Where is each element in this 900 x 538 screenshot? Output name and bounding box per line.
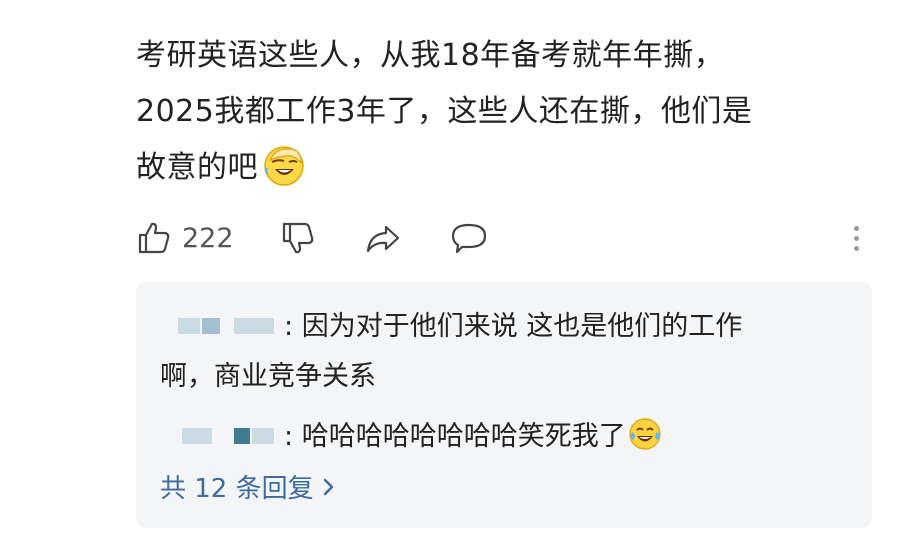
- reply-text-line-2: 啊，商业竞争关系: [160, 361, 376, 392]
- reply-item[interactable]: : 因为对于他们来说 这也是他们的工作 啊，商业竞争关系: [160, 302, 850, 402]
- reply-text-line-1: 因为对于他们来说 这也是他们的工作: [293, 311, 743, 342]
- reply-button[interactable]: [450, 220, 488, 256]
- redaction-block: [234, 428, 250, 444]
- replies-panel: : 因为对于他们来说 这也是他们的工作 啊，商业竞争关系 : 哈哈哈哈哈哈哈哈笑…: [136, 282, 872, 528]
- dislike-button[interactable]: [280, 220, 316, 256]
- more-dot: [853, 245, 859, 251]
- more-dot: [853, 225, 859, 231]
- comment-card: 考研英语这些人，从我18年备考就年年撕， 2025我都工作3年了，这些人还在撕，…: [0, 0, 900, 538]
- reply-username-redacted: [160, 424, 284, 448]
- reply-separator: :: [284, 421, 294, 452]
- redaction-block: [234, 318, 274, 334]
- reply-item[interactable]: : 哈哈哈哈哈哈哈哈笑死我了: [160, 412, 850, 462]
- thumbs-down-icon: [282, 222, 313, 254]
- comment-actions: 222: [136, 216, 866, 260]
- chevron-right-icon: [323, 478, 333, 495]
- redaction-block: [178, 318, 200, 334]
- view-all-replies-link[interactable]: 共 12 条回复: [160, 468, 336, 505]
- share-button[interactable]: [364, 220, 402, 256]
- comment-text: 考研英语这些人，从我18年备考就年年撕， 2025我都工作3年了，这些人还在撕，…: [136, 28, 856, 196]
- reply-username-redacted: [160, 314, 284, 338]
- redaction-block: [202, 318, 220, 334]
- comment-line-3: 故意的吧: [136, 140, 856, 196]
- redaction-block: [182, 428, 212, 444]
- like-count: 222: [182, 222, 234, 254]
- like-button[interactable]: 222: [136, 220, 234, 256]
- thumbs-up-icon: [138, 222, 170, 254]
- redaction-block: [252, 428, 274, 444]
- more-icon[interactable]: [846, 218, 866, 258]
- comment-line-1: 考研英语这些人，从我18年备考就年年撕，: [136, 38, 725, 73]
- tears-of-joy-emoji: [629, 418, 661, 450]
- more-dot: [853, 235, 859, 241]
- reply-separator: :: [284, 311, 294, 342]
- comment-icon: [451, 223, 486, 254]
- facepalm-laugh-emoji: [264, 146, 304, 186]
- view-replies-label: 共 12 条回复: [160, 474, 314, 504]
- reply-text: 哈哈哈哈哈哈哈哈笑死我了: [293, 421, 626, 452]
- comment-line-3-text: 故意的吧: [136, 150, 258, 185]
- share-icon: [366, 225, 399, 253]
- comment-line-2: 2025我都工作3年了，这些人还在撕，他们是: [136, 94, 753, 129]
